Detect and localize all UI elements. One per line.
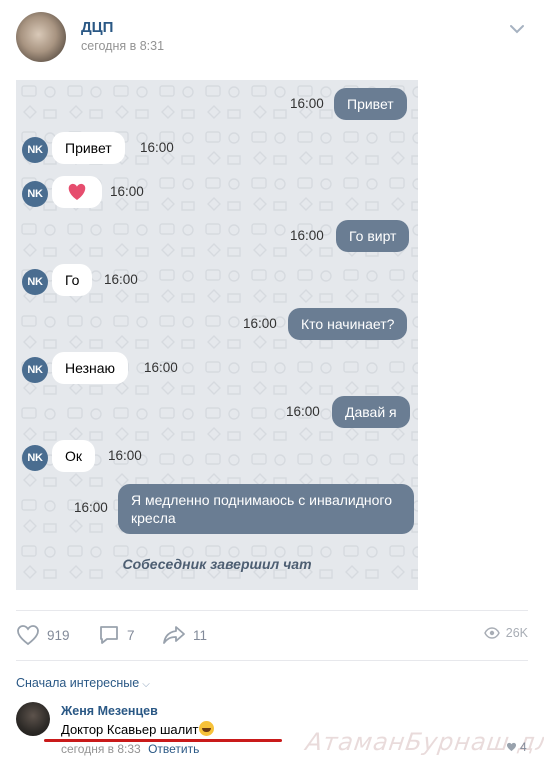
message-time: 16:00 [290,228,324,243]
message-time: 16:00 [110,184,144,199]
like-button[interactable]: 919 [16,624,70,646]
message-bubble: Привет [52,132,125,164]
chat-avatar-nk: NK [22,181,48,207]
comment-author-name[interactable]: Женя Мезенцев [61,704,158,718]
chat-message-out: 16:00 Го вирт [16,220,418,254]
message-bubble: Давай я [332,396,410,428]
like-count: 919 [47,627,70,643]
message-bubble: Незнаю [52,352,129,384]
divider [16,610,528,611]
chat-ended-notice: Собеседник завершил чат [122,556,312,572]
comment-like-button[interactable]: 4 [506,740,527,754]
comment-button[interactable]: 7 [98,624,135,646]
post-image-chat[interactable]: 16:00 Привет NK Привет 16:00 NK 16:00 16… [16,80,418,590]
message-time: 16:00 [243,316,277,331]
heart-icon [506,742,517,752]
message-bubble: Привет [334,88,407,120]
post-menu-chevron-icon[interactable] [508,20,526,38]
post-timestamp[interactable]: сегодня в 8:31 [81,39,164,53]
comments-sort-dropdown[interactable]: Сначала интересные ⌵ [16,676,150,690]
chat-avatar-nk: NK [22,445,48,471]
comment-icon [100,626,118,644]
reply-button[interactable]: Ответить [148,742,199,756]
comment-author-avatar[interactable] [16,702,50,736]
chat-avatar-nk: NK [22,269,48,295]
message-time: 16:00 [104,272,138,287]
chat-message-out: 16:00 Привет [16,88,418,122]
message-time: 16:00 [144,360,178,375]
grinning-emoji-icon [199,721,215,736]
chat-message-in: NK 16:00 [16,176,418,210]
chat-message-out: 16:00 Давай я [16,396,418,430]
chat-avatar-nk: NK [22,357,48,383]
chat-avatar-nk: NK [22,137,48,163]
share-icon [163,626,185,644]
chat-message-in: NK Незнаю 16:00 [16,352,418,386]
message-time: 16:00 [290,96,324,111]
message-time: 16:00 [74,500,108,515]
chat-message-in: NK Ок 16:00 [16,440,418,474]
views-count: 26K [505,626,528,640]
comment-text: Доктор Ксавьер шалит [61,721,215,737]
heart-icon [68,183,86,200]
message-bubble: Я медленно поднимаюсь с инвалидного крес… [118,484,414,534]
chat-message-out: 16:00 Я медленно поднимаюсь с инвалидног… [16,484,418,534]
message-time: 16:00 [140,140,174,155]
share-count: 11 [193,627,208,643]
chat-message-out: 16:00 Кто начинает? [16,308,418,342]
message-bubble: Ок [52,440,96,472]
chevron-down-icon: ⌵ [142,679,150,690]
post-author-avatar[interactable] [16,12,66,62]
eye-icon [483,627,500,639]
chat-message-in: NK Го 16:00 [16,264,418,298]
chat-message-in: NK Привет 16:00 [16,132,418,166]
message-time: 16:00 [108,448,142,463]
divider [16,660,528,661]
message-bubble [52,176,102,208]
comment-like-count: 4 [520,740,527,754]
message-bubble: Го [52,264,93,296]
comment-count: 7 [127,627,135,643]
views-counter: 26K [483,626,528,640]
share-button[interactable]: 11 [162,624,207,646]
comment-timestamp[interactable]: сегодня в 8:33 [61,742,141,756]
message-bubble: Го вирт [336,220,410,252]
heart-outline-icon [17,625,39,646]
message-bubble: Кто начинает? [288,308,408,340]
comment-meta: сегодня в 8:33 Ответить [61,742,199,756]
sort-label: Сначала интересные [16,676,140,690]
post-author-name[interactable]: ДЦП [81,19,113,36]
message-time: 16:00 [286,404,320,419]
